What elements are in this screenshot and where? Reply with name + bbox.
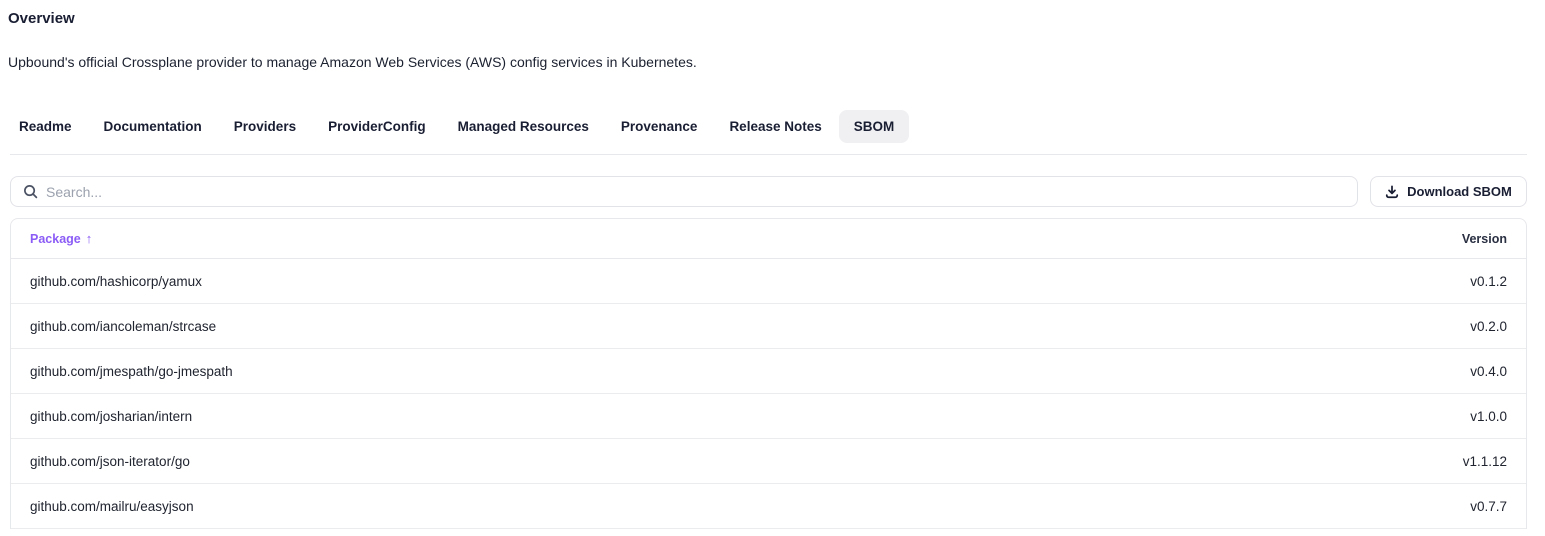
version-cell: v1.1.12 [1463,454,1507,469]
version-cell: v0.7.7 [1470,499,1507,514]
tab-item[interactable]: Managed Resources [443,110,604,143]
package-cell: github.com/mailru/easyjson [30,499,194,514]
table-row[interactable]: github.com/jmespath/go-jmespath v0.4.0 [11,349,1526,394]
version-cell: v1.0.0 [1470,409,1507,424]
tab-item[interactable]: Documentation [89,110,217,143]
tab-item[interactable]: Provenance [606,110,713,143]
version-cell: v0.4.0 [1470,364,1507,379]
table-row[interactable]: github.com/json-iterator/go v1.1.12 [11,439,1526,484]
toolbar: Download SBOM [10,176,1527,207]
tab-item[interactable]: Providers [219,110,311,143]
version-column-header[interactable]: Version [1462,232,1507,246]
package-cell: github.com/josharian/intern [30,409,192,424]
table-row[interactable]: github.com/josharian/intern v1.0.0 [11,394,1526,439]
tab-item[interactable]: SBOM [839,110,910,143]
package-cell: github.com/jmespath/go-jmespath [30,364,233,379]
package-header-label: Package [30,232,81,246]
package-column-header[interactable]: Package ↑ [30,231,92,246]
search-input[interactable] [46,184,1345,200]
table-body: github.com/hashicorp/yamux v0.1.2 github… [11,259,1526,529]
download-sbom-button[interactable]: Download SBOM [1370,176,1527,207]
tab-divider [10,154,1527,155]
package-cell: github.com/hashicorp/yamux [30,274,202,289]
page-description: Upbound's official Crossplane provider t… [8,54,1527,70]
sbom-table: Package ↑ Version github.com/hashicorp/y… [10,218,1527,529]
tab-item[interactable]: Release Notes [714,110,836,143]
download-icon [1385,185,1399,199]
page-title: Overview [8,10,1527,27]
tab-item[interactable]: ProviderConfig [313,110,441,143]
tab-item[interactable]: Readme [4,110,87,143]
table-row[interactable]: github.com/iancoleman/strcase v0.2.0 [11,304,1526,349]
search-box[interactable] [10,176,1358,207]
table-row[interactable]: github.com/hashicorp/yamux v0.1.2 [11,259,1526,304]
table-header-row: Package ↑ Version [11,219,1526,259]
search-icon [23,184,38,199]
table-row[interactable]: github.com/mailru/easyjson v0.7.7 [11,484,1526,529]
package-cell: github.com/iancoleman/strcase [30,319,216,334]
version-cell: v0.1.2 [1470,274,1507,289]
version-cell: v0.2.0 [1470,319,1507,334]
tab-bar: Readme Documentation Providers ProviderC… [4,110,1527,143]
download-sbom-label: Download SBOM [1407,184,1512,199]
sbom-page: Overview Upbound's official Crossplane p… [0,0,1545,529]
package-cell: github.com/json-iterator/go [30,454,190,469]
sort-ascending-icon: ↑ [86,231,93,246]
